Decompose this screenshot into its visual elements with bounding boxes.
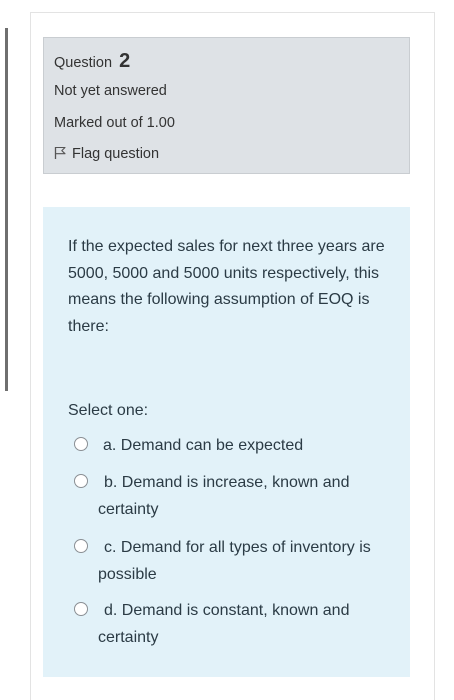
question-info-panel: Question 2 Not yet answered Marked out o… xyxy=(43,37,410,174)
radio-button[interactable] xyxy=(74,602,88,616)
radio-button[interactable] xyxy=(74,474,88,488)
question-grade: Marked out of 1.00 xyxy=(54,115,175,131)
flag-question-link[interactable]: Flag question xyxy=(54,146,159,162)
answer-option-b[interactable]: b. Demand is increase, known and certain… xyxy=(68,469,388,523)
radio-button[interactable] xyxy=(74,539,88,553)
answer-label: c. Demand for all types of inventory is … xyxy=(98,539,371,583)
radio-button[interactable] xyxy=(74,437,88,451)
question-prefix: Question xyxy=(54,55,113,71)
answer-label: a. Demand can be expected xyxy=(103,437,304,454)
answer-option-d[interactable]: d. Demand is constant, known and certain… xyxy=(68,597,388,651)
page: Question 2 Not yet answered Marked out o… xyxy=(0,0,454,700)
answer-label: d. Demand is constant, known and certain… xyxy=(98,602,350,646)
flag-icon xyxy=(54,146,66,159)
question-title: Question 2 xyxy=(54,50,130,73)
scroll-indicator xyxy=(5,28,8,391)
answer-option-c[interactable]: c. Demand for all types of inventory is … xyxy=(68,534,388,588)
question-number: 2 xyxy=(119,50,131,72)
flag-question-label: Flag question xyxy=(72,146,160,162)
answer-label: b. Demand is increase, known and certain… xyxy=(98,474,350,518)
question-text: If the expected sales for next three yea… xyxy=(68,238,385,335)
question-content-panel: If the expected sales for next three yea… xyxy=(43,207,410,677)
select-one-prompt: Select one: xyxy=(68,402,149,419)
question-state: Not yet answered xyxy=(54,83,167,99)
answer-option-a[interactable]: a. Demand can be expected xyxy=(68,432,388,459)
